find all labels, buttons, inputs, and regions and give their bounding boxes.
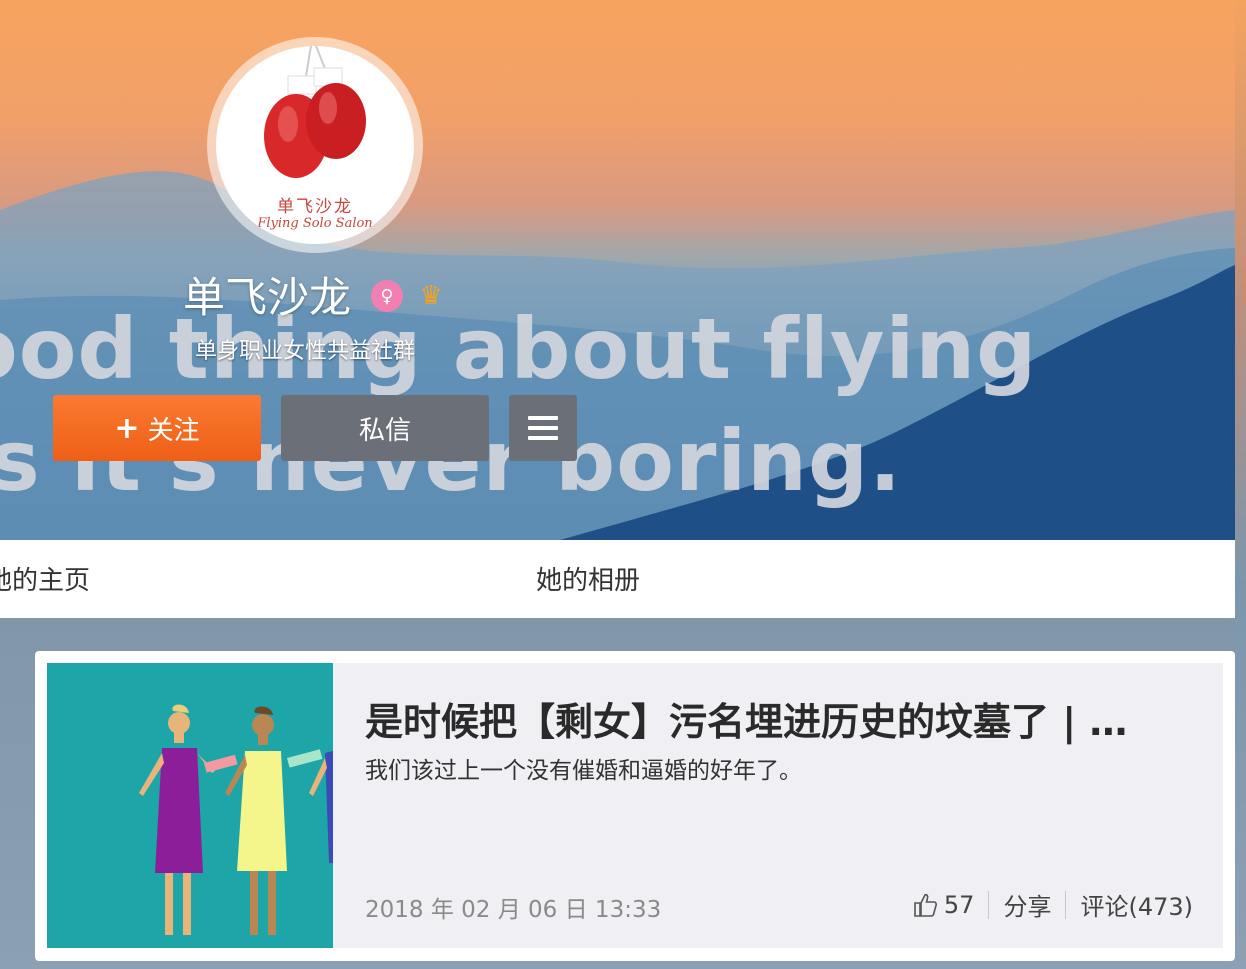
share-button[interactable]: 分享 bbox=[1003, 887, 1051, 922]
post-title[interactable]: 是时候把【剩女】污名埋进历史的坟墓了 | … bbox=[365, 691, 1185, 746]
post-card[interactable]: 是时候把【剩女】污名埋进历史的坟墓了 | … 我们该过上一个没有催婚和逼婚的好年… bbox=[35, 651, 1235, 961]
avatar-logo-chinese: 单飞沙龙 bbox=[277, 197, 353, 217]
profile-cover: ood thing about flying is it's never bor… bbox=[0, 0, 1235, 540]
menu-icon[interactable] bbox=[509, 395, 577, 461]
female-icon: ♀ bbox=[371, 280, 403, 312]
post-actions: 57 分享 评论(473) bbox=[912, 887, 1193, 922]
avatar-image: 单飞沙龙 Flying Solo Salon bbox=[216, 46, 414, 244]
profile-name: 单飞沙龙 bbox=[183, 273, 352, 322]
like-button[interactable]: 57 bbox=[912, 890, 975, 919]
background-strip bbox=[1235, 0, 1246, 969]
like-count: 57 bbox=[943, 890, 975, 919]
profile-tabs: 她的主页 她的相册 bbox=[0, 540, 1235, 618]
message-label: 私信 bbox=[358, 415, 411, 446]
avatar-logo-english: Flying Solo Salon bbox=[257, 216, 373, 231]
plus-icon: + bbox=[114, 410, 140, 446]
follow-button[interactable]: + 关注 bbox=[53, 395, 261, 461]
follow-label: 关注 bbox=[147, 415, 200, 446]
tab-album[interactable]: 她的相册 bbox=[536, 560, 640, 597]
post-date: 2018 年 02 月 06 日 13:33 bbox=[365, 897, 662, 923]
post-subtitle: 我们该过上一个没有催婚和逼婚的好年了。 bbox=[365, 758, 802, 784]
tab-home[interactable]: 她的主页 bbox=[0, 560, 90, 597]
cover-quote-line1: ood thing about flying bbox=[0, 300, 1038, 398]
boxing-gloves-icon bbox=[264, 46, 366, 178]
avatar[interactable]: 单飞沙龙 Flying Solo Salon bbox=[207, 37, 423, 253]
comments-button[interactable]: 评论(473) bbox=[1080, 887, 1193, 922]
profile-bio: 单身职业女性共益社群 bbox=[195, 339, 416, 364]
action-divider bbox=[988, 890, 990, 919]
post-thumbnail[interactable] bbox=[47, 663, 333, 948]
message-button[interactable]: 私信 bbox=[281, 395, 489, 461]
vip-crown-icon[interactable]: ♛ bbox=[415, 280, 447, 312]
post-card-body: 是时候把【剩女】污名埋进历史的坟墓了 | … 我们该过上一个没有催婚和逼婚的好年… bbox=[47, 663, 1223, 948]
thumbs-up-icon bbox=[914, 893, 937, 917]
women-illustration bbox=[139, 704, 333, 935]
action-divider bbox=[1065, 890, 1067, 919]
